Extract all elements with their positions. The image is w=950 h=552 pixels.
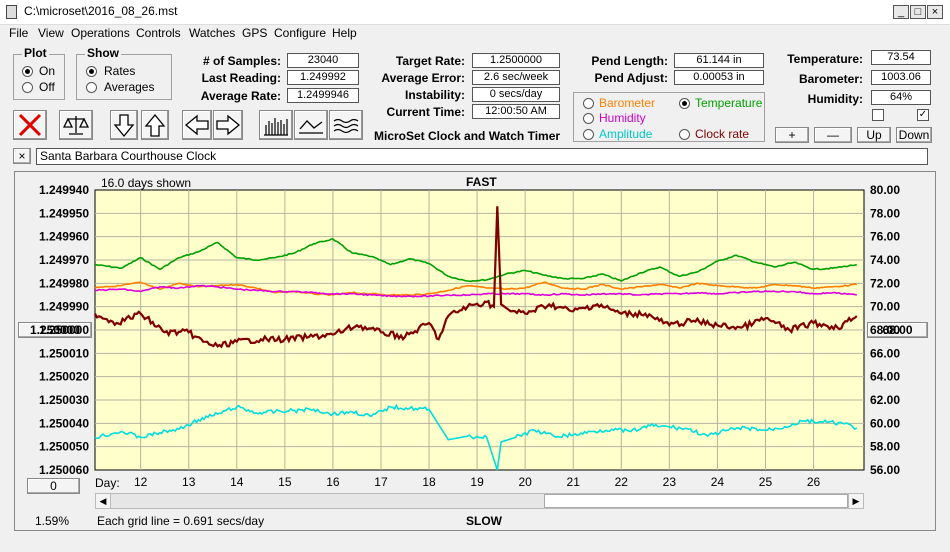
x-tick-label: 14 bbox=[230, 475, 244, 489]
y-right-tick-label: 60.00 bbox=[870, 416, 900, 430]
x-tick-label: 25 bbox=[759, 475, 773, 489]
x-tick-label: 20 bbox=[518, 475, 532, 489]
x-tick-label: 24 bbox=[711, 475, 725, 489]
y-left-tick-label: 1.250020 bbox=[39, 370, 89, 384]
y-left-tick-label: 1.250060 bbox=[39, 463, 89, 477]
x-tick-label: 23 bbox=[663, 475, 677, 489]
y-right-tick-label: 68.00 bbox=[870, 323, 900, 337]
y-right-tick-label: 74.00 bbox=[870, 253, 900, 267]
y-left-tick-label: 1.249950 bbox=[39, 206, 89, 220]
y-left-tick-label: 1.250000 bbox=[39, 323, 89, 337]
x-tick-label: 17 bbox=[374, 475, 388, 489]
y-left-tick-label: 1.249990 bbox=[39, 300, 89, 314]
y-right-tick-label: 64.00 bbox=[870, 370, 900, 384]
x-tick-label: 15 bbox=[278, 475, 292, 489]
x-tick-label: 21 bbox=[567, 475, 581, 489]
x-tick-label: 26 bbox=[807, 475, 821, 489]
y-left-tick-label: 1.250050 bbox=[39, 440, 89, 454]
chart-svg: 1.249940 80.00 1.249950 78.00 1.249960 76.00 1… bbox=[39, 183, 900, 489]
y-right-tick-label: 72.00 bbox=[870, 276, 900, 290]
y-right-tick-label: 66.00 bbox=[870, 346, 900, 360]
x-tick-label: 18 bbox=[422, 475, 436, 489]
x-tick-label: 12 bbox=[134, 475, 148, 489]
y-right-tick-label: 58.00 bbox=[870, 440, 900, 454]
y-left-tick-label: 1.249970 bbox=[39, 253, 89, 267]
x-tick-label: 16 bbox=[326, 475, 340, 489]
x-tick-label: 19 bbox=[470, 475, 484, 489]
y-right-tick-label: 78.00 bbox=[870, 206, 900, 220]
x-tick-label: 13 bbox=[182, 475, 196, 489]
y-left-tick-label: 1.250030 bbox=[39, 393, 89, 407]
y-left-tick-label: 1.249940 bbox=[39, 183, 89, 197]
y-right-tick-label: 56.00 bbox=[870, 463, 900, 477]
y-left-tick-label: 1.250010 bbox=[39, 346, 89, 360]
y-left-tick-label: 1.249980 bbox=[39, 276, 89, 290]
y-right-tick-label: 62.00 bbox=[870, 393, 900, 407]
y-right-tick-label: 80.00 bbox=[870, 183, 900, 197]
y-left-tick-label: 1.249960 bbox=[39, 230, 89, 244]
y-right-tick-label: 70.00 bbox=[870, 300, 900, 314]
y-left-tick-label: 1.250040 bbox=[39, 416, 89, 430]
x-tick-label: 22 bbox=[615, 475, 629, 489]
y-right-tick-label: 76.00 bbox=[870, 230, 900, 244]
